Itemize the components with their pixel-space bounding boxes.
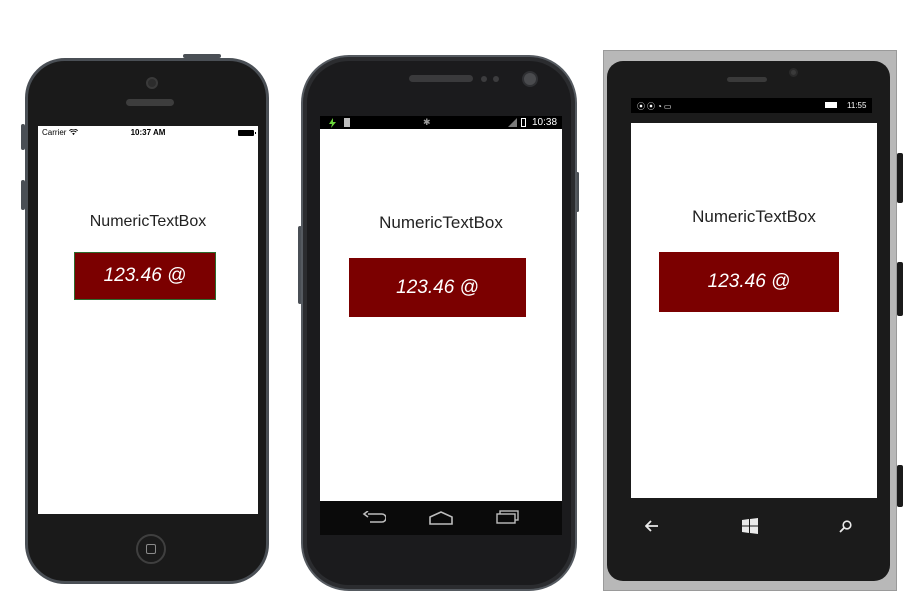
earpiece-speaker [727,77,767,82]
front-camera [146,77,158,89]
search-icon[interactable] [839,520,852,533]
wp-side-button [897,153,903,203]
sd-card-icon [344,118,350,127]
ios-status-bar: Carrier 10:37 AM [38,126,258,140]
wp-screen: NumericTextBox 123.46 @ [631,123,877,498]
numeric-text-box[interactable]: 123.46 @ [659,252,839,312]
back-arrow-icon[interactable] [645,520,659,532]
wp-status-bar: ⦿⦿◔▭ 11:55 [631,98,872,113]
android-screen: NumericTextBox 123.46 @ [320,129,562,501]
sensor-dot [481,76,487,82]
battery-icon [238,130,256,136]
android-nav-bar [320,501,562,535]
earpiece-speaker [409,75,473,82]
front-camera [789,68,798,77]
home-button[interactable] [136,534,166,564]
wp-side-button-3 [897,465,903,507]
bluetooth-icon: ✱ [423,117,431,127]
android-clock: 10:38 [532,117,558,128]
wp-clock: 11:55 [847,101,867,110]
notification-icons: ⦿⦿◔▭ [637,102,674,111]
android-device: ✱ 10:38 NumericTextBox 123.46 @ [301,55,577,591]
earpiece-speaker [126,99,174,106]
battery-icon [521,118,526,127]
home-button-icon [146,544,156,554]
battery-icon [825,102,837,108]
android-status-bar: ✱ 10:38 [320,116,562,129]
iphone-device: Carrier 10:37 AM NumericTextBox 123.46 @ [25,58,269,584]
wp-side-button-2 [897,262,903,316]
back-icon[interactable] [362,511,386,525]
page-title: NumericTextBox [379,213,503,232]
numeric-text-box[interactable]: 123.46 @ [349,258,526,317]
page-title: NumericTextBox [89,213,207,230]
sensor-dot [493,76,499,82]
front-camera [522,71,538,87]
ios-clock: 10:37 AM [130,128,166,137]
ios-screen: Carrier 10:37 AM NumericTextBox 123.46 @ [38,126,258,514]
home-icon[interactable] [428,511,454,525]
recents-icon[interactable] [496,510,520,524]
numeric-text-box[interactable]: 123.46 @ [74,252,216,300]
charging-icon [329,118,336,128]
windows-logo-icon[interactable] [742,518,758,534]
page-title: NumericTextBox [692,207,816,226]
signal-icon [508,118,517,127]
